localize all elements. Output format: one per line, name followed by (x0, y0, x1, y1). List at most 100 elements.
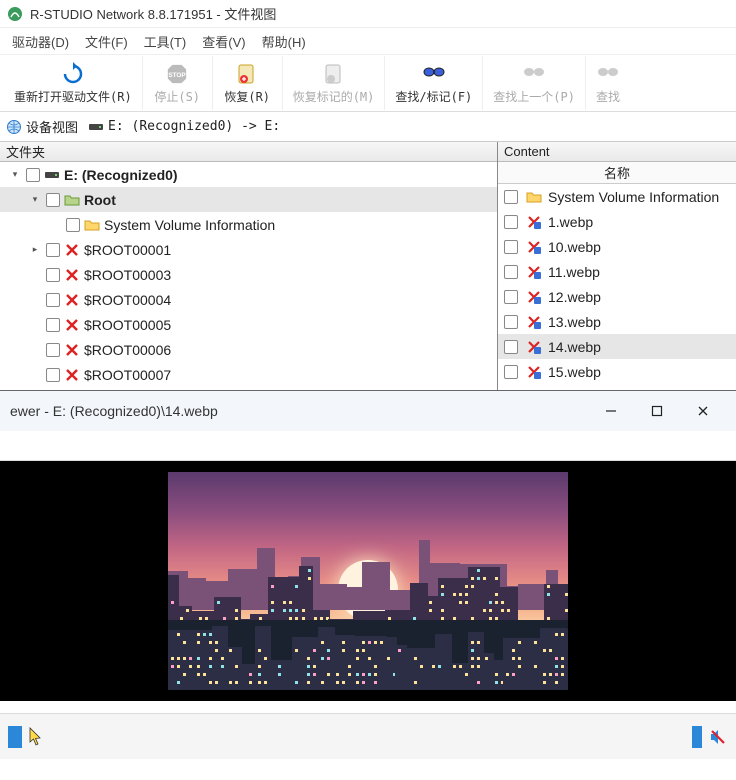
checkbox[interactable] (46, 193, 60, 207)
checkbox[interactable] (504, 240, 518, 254)
tree-item-label: $ROOT00007 (84, 367, 171, 383)
close-button[interactable] (680, 395, 726, 427)
tree-row[interactable]: $ROOT00003 (0, 262, 497, 287)
folder-tree[interactable]: ▾ E: (Recognized0) ▾ Root System Volume Info… (0, 162, 497, 390)
file-row[interactable]: 15.webp (498, 359, 736, 384)
checkbox[interactable] (504, 365, 518, 379)
device-view-label: 设备视图 (26, 117, 78, 136)
menu-file[interactable]: 文件(F) (77, 29, 136, 54)
tree-row[interactable]: ▸$ROOT00001 (0, 237, 497, 262)
recover-marked-button: 恢复标记的(M) (283, 56, 386, 110)
tool-label: 查找/标记(F) (395, 88, 472, 105)
file-name: 10.webp (548, 239, 601, 255)
stop-button: STOP 停止(S) (143, 56, 213, 110)
file-list[interactable]: 名称 System Volume Information1.webp 10.web… (498, 162, 736, 390)
find-mark-button[interactable]: 查找/标记(F) (385, 56, 483, 110)
file-name: 12.webp (548, 289, 601, 305)
x-blue-icon (526, 339, 542, 355)
recover-marked-icon (322, 62, 346, 86)
reopen-drive-button[interactable]: 重新打开驱动文件(R) (4, 56, 143, 110)
x-blue-icon (526, 239, 542, 255)
minimize-button[interactable] (588, 395, 634, 427)
path-bar: 设备视图 E: (Recognized0) -> E: (0, 112, 736, 142)
checkbox[interactable] (504, 265, 518, 279)
recover-icon (235, 62, 259, 86)
drive-icon (88, 119, 104, 135)
x-red-icon (64, 317, 80, 333)
tree-row[interactable]: System Volume Information (0, 212, 497, 237)
checkbox[interactable] (46, 293, 60, 307)
tree-item-label: System Volume Information (104, 217, 275, 233)
tool-label: 查找 (596, 88, 620, 105)
tool-label: 恢复(R) (224, 88, 270, 105)
window-titlebar: R-STUDIO Network 8.8.171951 - 文件视图 (0, 0, 736, 28)
menu-help[interactable]: 帮助(H) (254, 29, 314, 54)
find-prev-icon (522, 62, 546, 86)
find-next-icon (596, 62, 620, 86)
checkbox[interactable] (504, 215, 518, 229)
file-row[interactable]: 14.webp (498, 334, 736, 359)
viewer-toolbar (0, 431, 736, 461)
tree-row[interactable]: ▾ E: (Recognized0) (0, 162, 497, 187)
checkbox[interactable] (504, 290, 518, 304)
x-blue-icon (526, 264, 542, 280)
checkbox[interactable] (46, 268, 60, 282)
content-panel-header: Content (498, 142, 736, 162)
checkbox[interactable] (46, 343, 60, 357)
file-column-header[interactable]: 名称 (498, 162, 736, 184)
drive-path-tab[interactable]: E: (Recognized0) -> E: (88, 119, 280, 135)
tree-row[interactable]: $ROOT00007 (0, 362, 497, 387)
recover-button[interactable]: 恢复(R) (213, 56, 283, 110)
checkbox[interactable] (504, 315, 518, 329)
x-blue-icon (526, 364, 542, 380)
checkbox[interactable] (504, 190, 518, 204)
x-blue-icon (526, 289, 542, 305)
chevron-right-icon[interactable]: ▸ (28, 243, 42, 257)
checkbox[interactable] (46, 243, 60, 257)
file-row[interactable]: 13.webp (498, 309, 736, 334)
viewer-window: ewer - E: (Recognized0)\14.webp (0, 390, 736, 759)
file-row[interactable]: System Volume Information (498, 184, 736, 209)
file-row[interactable]: 11.webp (498, 259, 736, 284)
cursor-icon (28, 727, 44, 747)
folder-yellow-icon (526, 189, 542, 205)
menu-tools[interactable]: 工具(T) (136, 29, 195, 54)
chevron-down-icon[interactable]: ▾ (8, 168, 22, 182)
find-icon (422, 62, 446, 86)
tree-item-label: $ROOT00005 (84, 317, 171, 333)
file-name: 13.webp (548, 314, 601, 330)
sound-muted-icon[interactable] (708, 727, 728, 747)
tree-item-label: Root (84, 192, 116, 208)
tree-item-label: E: (Recognized0) (64, 167, 178, 183)
checkbox[interactable] (46, 368, 60, 382)
tree-row[interactable]: $ROOT00005 (0, 312, 497, 337)
file-row[interactable]: 12.webp (498, 284, 736, 309)
x-red-icon (64, 242, 80, 258)
status-indicator (8, 726, 22, 748)
device-view-tab[interactable]: 设备视图 (6, 117, 78, 136)
checkbox[interactable] (46, 318, 60, 332)
tree-row[interactable]: $ROOT00004 (0, 287, 497, 312)
svg-text:STOP: STOP (169, 71, 187, 78)
file-row[interactable]: 10.webp (498, 234, 736, 259)
tree-row[interactable]: $ROOT00006 (0, 337, 497, 362)
checkbox[interactable] (66, 218, 80, 232)
menu-view[interactable]: 查看(V) (194, 29, 253, 54)
drive-icon (44, 167, 60, 183)
menu-drives[interactable]: 驱动器(D) (4, 29, 77, 54)
preview-image (168, 472, 568, 690)
folder-tree-panel: 文件夹 ▾E: (Recognized0)▾RootSystem Volume … (0, 142, 498, 390)
find-prev-button: 查找上一个(P) (483, 56, 586, 110)
tool-label: 恢复标记的(M) (293, 88, 375, 105)
file-row[interactable]: 1.webp (498, 209, 736, 234)
checkbox[interactable] (504, 340, 518, 354)
x-blue-icon (526, 214, 542, 230)
checkbox[interactable] (26, 168, 40, 182)
tree-row[interactable]: ▾ Root (0, 187, 497, 212)
chevron-down-icon[interactable]: ▾ (28, 193, 42, 207)
refresh-icon (61, 62, 85, 86)
globe-icon (6, 119, 22, 135)
x-red-icon (64, 342, 80, 358)
tool-label: 查找上一个(P) (493, 88, 575, 105)
maximize-button[interactable] (634, 395, 680, 427)
